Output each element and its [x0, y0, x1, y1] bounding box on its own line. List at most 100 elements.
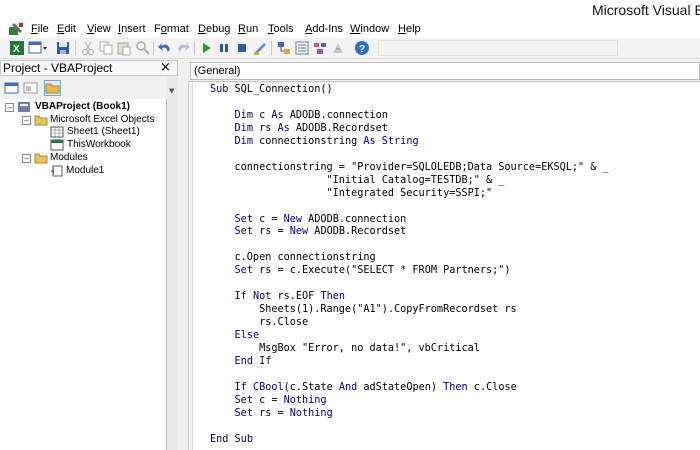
menu-tools[interactable]: Tools [268, 23, 294, 35]
vbe-app-icon[interactable] [8, 22, 24, 37]
find-icon[interactable] [135, 40, 151, 56]
vba-project-icon [17, 101, 31, 113]
toolbar-separator [271, 41, 272, 55]
vba-keyword: Set [234, 407, 253, 419]
vba-keyword: If [234, 291, 247, 303]
run-icon[interactable] [198, 40, 214, 56]
break-icon[interactable] [216, 40, 232, 56]
menu-view[interactable]: View [87, 23, 111, 35]
svg-text:X: X [13, 44, 20, 55]
close-icon[interactable]: × [160, 60, 171, 75]
vba-keyword: Set [234, 213, 253, 225]
tree-item-vbaproject[interactable]: – VBAProject (Book1) [0, 101, 167, 113]
code-text[interactable]: Sub SQL_Connection() Dim c As ADODB.conn… [210, 84, 609, 447]
vba-keyword: End [234, 356, 253, 368]
scroll-down-icon[interactable]: ▼ [169, 87, 174, 95]
menu-add-ins[interactable]: Add-Ins [305, 23, 343, 35]
toolbar-separator [194, 41, 195, 55]
toolbar-location-box [378, 40, 618, 56]
tree-item-label: Module1 [66, 165, 105, 176]
menu-run[interactable]: Run [238, 23, 258, 35]
tree-item-modules[interactable]: – Modules [0, 152, 167, 164]
svg-text:?: ? [359, 44, 365, 55]
vba-keyword: Sub [210, 84, 229, 95]
project-panel-title: Project - VBAProject [3, 61, 113, 75]
insert-userform-icon[interactable] [28, 40, 48, 56]
toolbox-icon[interactable] [330, 40, 346, 56]
vba-keyword: Nothing [283, 394, 327, 406]
undo-icon[interactable] [157, 40, 173, 56]
cut-icon[interactable] [80, 40, 96, 56]
object-combo[interactable]: (General) [190, 62, 700, 80]
menu-window[interactable]: Window [350, 23, 389, 35]
vba-keyword: Nothing [289, 407, 333, 419]
menu-debug[interactable]: Debug [198, 23, 230, 35]
redo-icon[interactable] [175, 40, 191, 56]
workbook-icon [50, 139, 64, 151]
vba-keyword: Set [234, 265, 253, 277]
vba-keyword: Then [320, 291, 345, 303]
object-browser-icon[interactable] [312, 40, 328, 56]
tree-item-label: Microsoft Excel Objects [50, 114, 155, 125]
toolbar-separator [75, 41, 76, 55]
vba-keyword: Set [234, 226, 253, 238]
design-mode-icon[interactable] [252, 40, 268, 56]
project-panel-scrollbar[interactable]: ▼ [167, 77, 178, 450]
menu-help[interactable]: Help [398, 23, 421, 35]
help-icon[interactable]: ? [354, 40, 370, 56]
tree-item-thisworkbook[interactable]: ThisWorkbook [0, 139, 167, 151]
code-editor[interactable]: Sub SQL_Connection() Dim c As ADODB.conn… [188, 83, 700, 450]
object-combo-value: (General) [194, 65, 241, 77]
vba-keyword: Then [443, 381, 468, 393]
vba-keyword: If [259, 356, 272, 368]
menu-bar: File Edit View Insert Format Debug Run Tools Add… [0, 21, 700, 38]
tree-item-label: ThisWorkbook [67, 139, 131, 150]
vba-keyword: Dim [234, 122, 253, 134]
toggle-folders-icon[interactable] [44, 80, 61, 96]
view-object-icon[interactable] [22, 80, 39, 96]
project-panel-title-bar: Project - VBAProject × [0, 60, 178, 76]
tree-item-module1[interactable]: Module1 [0, 165, 167, 177]
panel-splitter[interactable] [178, 60, 188, 450]
vba-keyword: New [283, 213, 303, 225]
tree-item-label: Modules [50, 152, 88, 163]
collapse-icon[interactable]: – [5, 103, 14, 112]
project-panel-toolbar [0, 77, 178, 99]
project-tree: – VBAProject (Book1) – Microsoft Excel O… [0, 99, 167, 450]
save-icon[interactable] [55, 40, 71, 56]
menu-insert[interactable]: Insert [118, 23, 146, 35]
menu-format[interactable]: Format [154, 23, 189, 35]
collapse-icon[interactable]: – [22, 154, 31, 163]
standard-toolbar: X ? [0, 38, 700, 59]
tree-item-label: Sheet1 (Sheet1) [67, 126, 140, 137]
vba-keyword: String [381, 135, 419, 147]
vba-keyword: As [271, 109, 284, 121]
menu-file[interactable]: File [31, 23, 49, 35]
window-title: Microsoft Visual Basic [592, 2, 700, 18]
vba-keyword: Set [234, 394, 253, 406]
title-bar: Microsoft Visual Basic [0, 0, 700, 21]
module-icon [50, 165, 64, 177]
view-code-icon[interactable] [3, 80, 20, 96]
vba-keyword: Sub [234, 433, 253, 445]
margin-indicator-bar[interactable] [189, 83, 193, 450]
collapse-icon[interactable]: – [22, 116, 31, 125]
menu-edit[interactable]: Edit [57, 23, 76, 35]
vba-keyword: Else [234, 330, 260, 342]
vba-keyword: Dim [234, 109, 253, 121]
worksheet-icon [50, 126, 64, 138]
copy-icon[interactable] [98, 40, 114, 56]
vba-keyword: As [363, 135, 376, 147]
paste-icon[interactable] [116, 40, 132, 56]
reset-icon[interactable] [234, 40, 250, 56]
code-window-header: (General) [188, 60, 700, 82]
properties-icon[interactable] [294, 40, 310, 56]
excel-icon[interactable]: X [9, 40, 25, 56]
tree-item-sheet1[interactable]: Sheet1 (Sheet1) [0, 126, 167, 138]
project-explorer-icon[interactable] [276, 40, 292, 56]
folder-icon [34, 152, 48, 164]
vba-keyword: And [338, 381, 358, 393]
folder-icon [34, 114, 48, 126]
vba-keyword: As [277, 122, 290, 134]
tree-item-excel-objects[interactable]: – Microsoft Excel Objects [0, 114, 167, 126]
